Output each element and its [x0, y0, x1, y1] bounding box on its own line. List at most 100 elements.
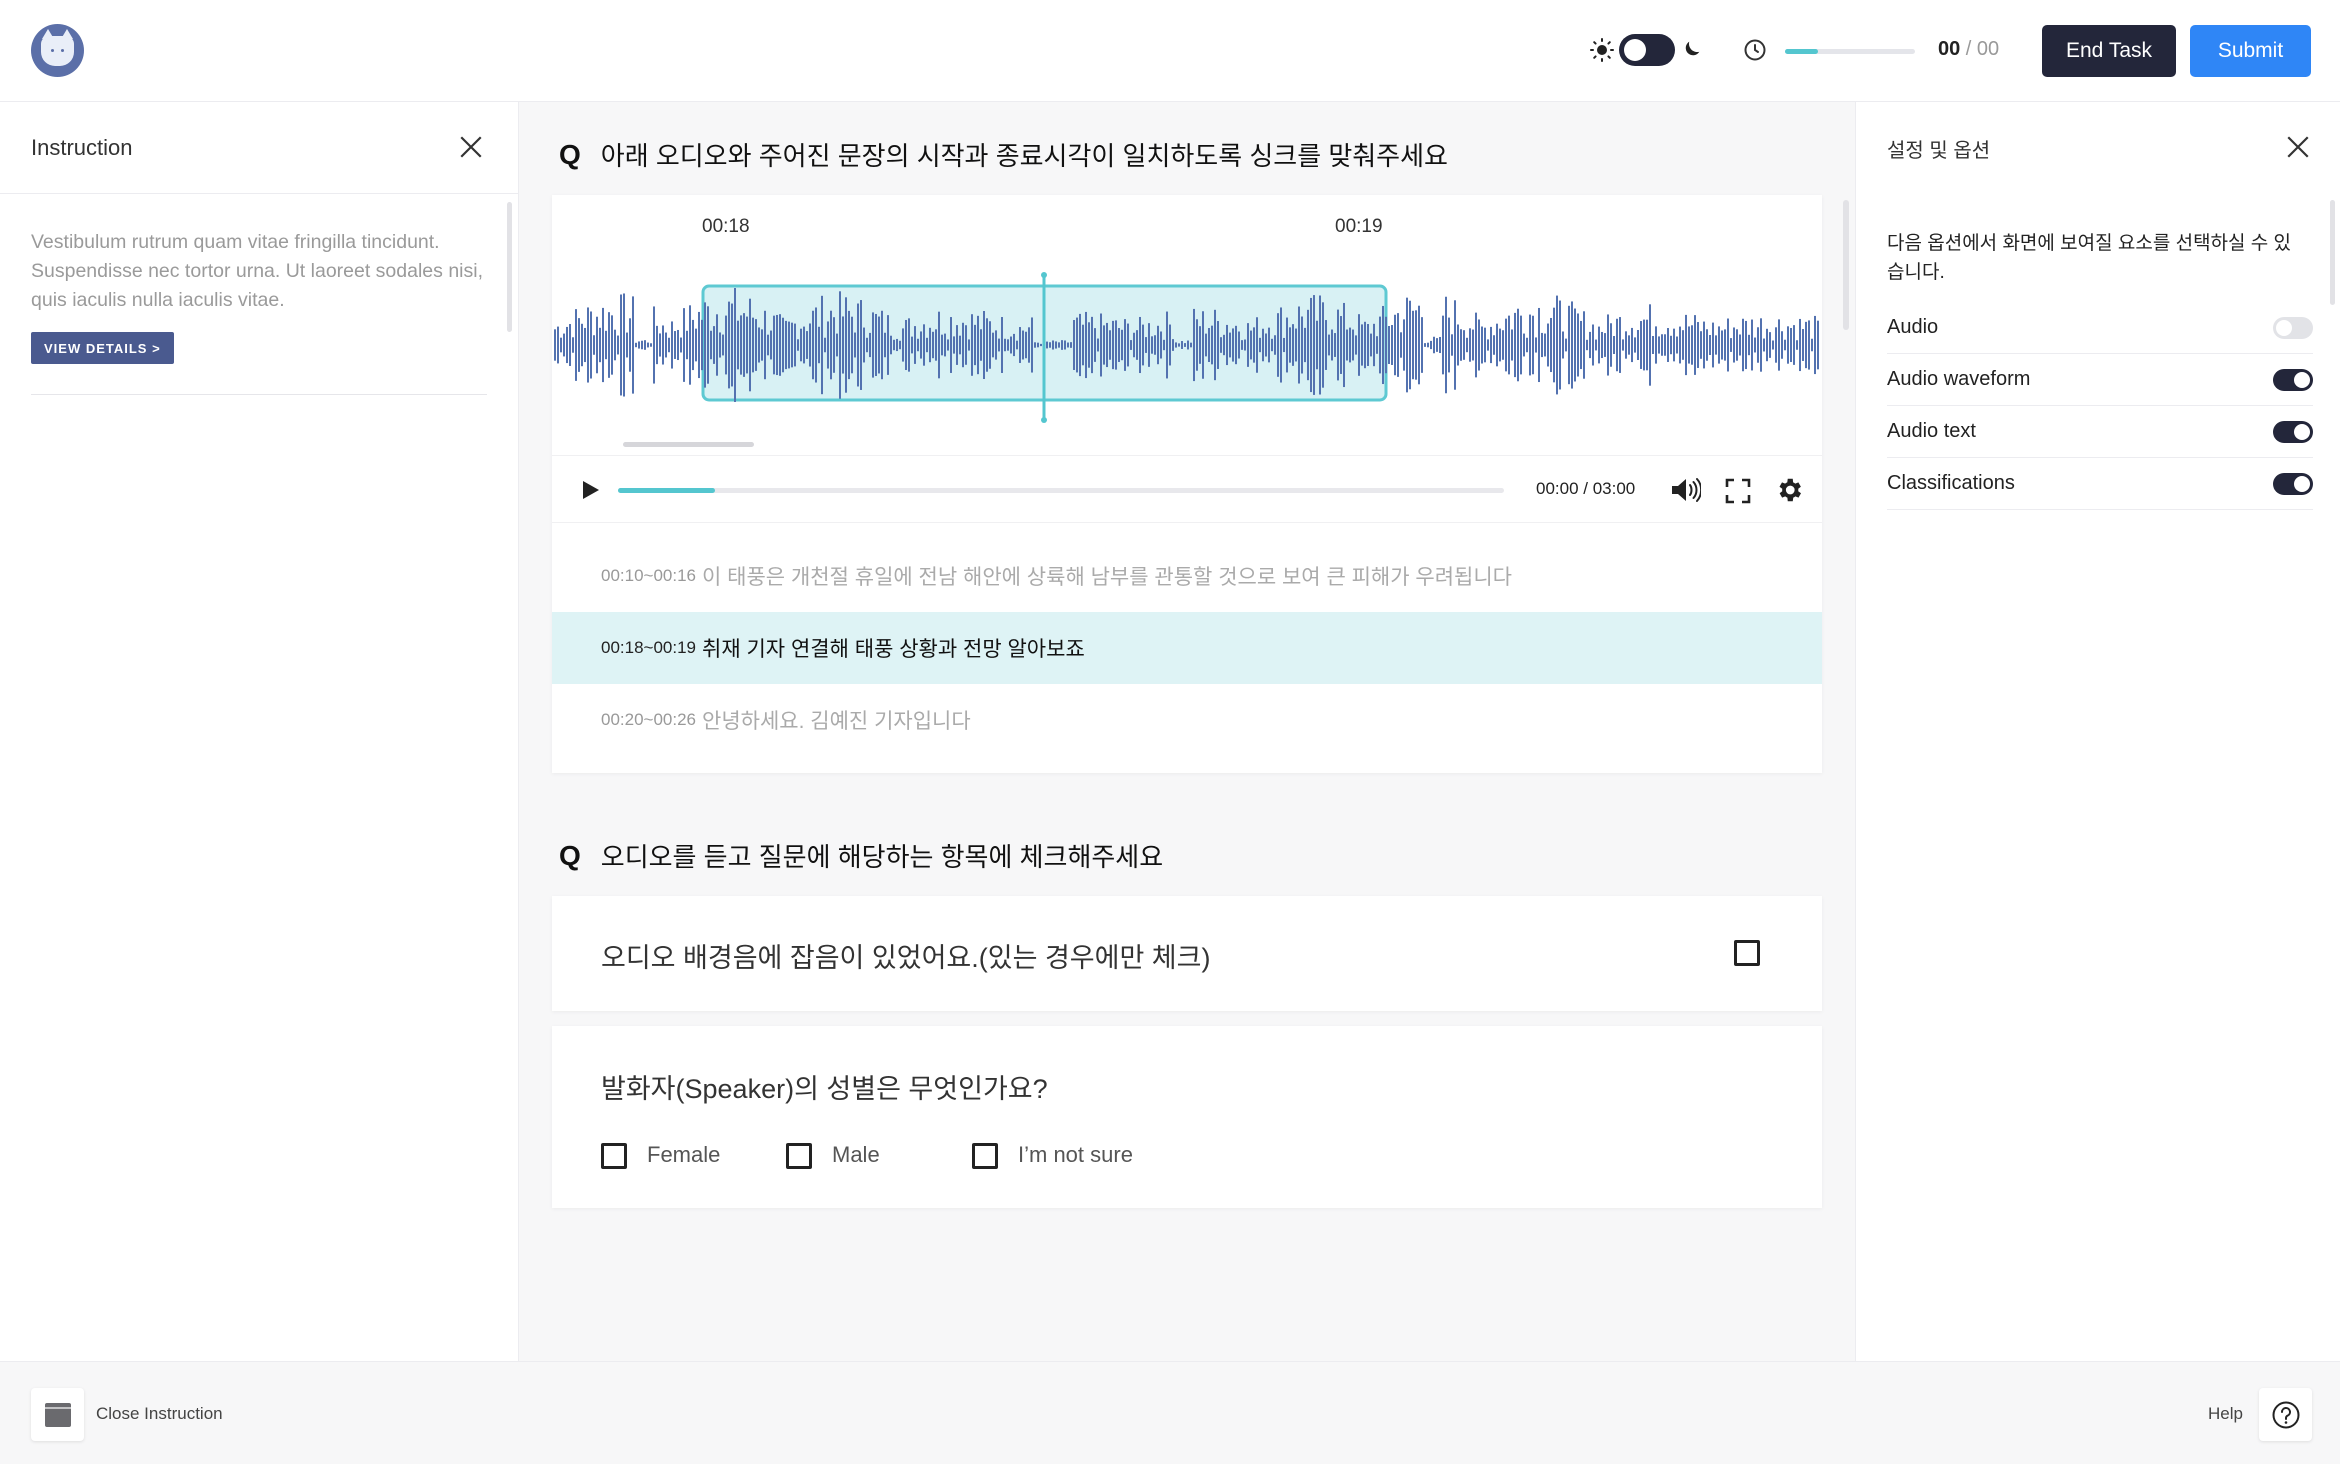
waveform-bar	[1460, 329, 1462, 361]
noise-checkbox[interactable]	[1734, 940, 1760, 966]
waveform-bar	[1430, 340, 1432, 350]
fullscreen-icon[interactable]	[1724, 477, 1752, 505]
waveform-bar	[1055, 341, 1057, 349]
scrollbar[interactable]	[1843, 200, 1849, 330]
waveform-bar	[1493, 335, 1495, 355]
waveform-bar	[1088, 322, 1090, 368]
audio-text-toggle[interactable]	[2273, 420, 2313, 443]
option-label: Audio waveform	[1887, 368, 2031, 390]
waveform-bar	[1571, 301, 1573, 389]
help-label[interactable]: Help	[2208, 1404, 2243, 1424]
option-label: Audio	[1887, 316, 1939, 338]
horizontal-scrollbar[interactable]	[623, 442, 754, 447]
waveform-bar	[1292, 324, 1294, 366]
waveform-bar	[1148, 323, 1150, 367]
playback-progress[interactable]	[618, 488, 1504, 493]
waveform-bar	[929, 327, 931, 363]
waveform-bar	[1175, 342, 1177, 348]
transcript-segment[interactable]: 00:20~00:26 안녕하세요. 김예진 기자입니다	[552, 684, 1822, 756]
transcript-segment-active[interactable]: 00:18~00:19 취재 기자 연결해 태풍 상황과 전망 알아보죠	[552, 612, 1822, 684]
waveform-bar	[698, 311, 700, 379]
female-checkbox[interactable]	[601, 1143, 627, 1169]
waveform-bar	[833, 317, 835, 373]
waveform-bar	[608, 312, 610, 378]
waveform-bar	[1268, 327, 1270, 363]
waveform-bar	[1643, 319, 1645, 371]
scrollbar[interactable]	[2330, 200, 2335, 305]
waveform-bar	[1316, 320, 1318, 370]
close-instruction-label[interactable]: Close Instruction	[96, 1404, 223, 1424]
waveform-bar	[914, 326, 916, 364]
waveform-bar	[782, 317, 784, 373]
waveform-bar	[1070, 342, 1072, 348]
theme-toggle[interactable]	[1619, 34, 1675, 66]
audio-toggle[interactable]	[2273, 316, 2313, 339]
waveform-bar	[1214, 309, 1216, 381]
waveform-bar	[1142, 324, 1144, 366]
waveform-bar	[1574, 308, 1576, 382]
waveform-bar	[1739, 334, 1741, 356]
waveform-bar	[1451, 334, 1453, 356]
waveform-bar	[1616, 318, 1618, 372]
waveform-bar	[926, 337, 928, 353]
help-icon[interactable]	[2259, 1388, 2312, 1441]
waveform-bar	[1007, 339, 1009, 351]
waveform-bar	[1421, 317, 1423, 373]
waveform-bar	[875, 313, 877, 377]
view-details-button[interactable]: VIEW DETAILS >	[31, 332, 174, 364]
audio-waveform[interactable]	[552, 255, 1822, 435]
waveform-bar	[1355, 335, 1357, 355]
waveform-bar	[989, 321, 991, 369]
play-icon[interactable]	[578, 478, 602, 502]
waveform-bar	[1073, 320, 1075, 370]
waveform-bar	[1601, 331, 1603, 359]
waveform-bar	[1625, 331, 1627, 359]
waveform-bar	[1610, 323, 1612, 367]
waveform-bar	[683, 308, 685, 382]
waveform-bar	[1640, 321, 1642, 369]
waveform-bar	[1544, 333, 1546, 357]
waveform-bar	[1352, 329, 1354, 361]
task-counter: 00 / 00	[1938, 38, 2000, 60]
waveform-bar	[977, 315, 979, 375]
waveform-bar	[1769, 332, 1771, 358]
waveform-bar	[626, 332, 628, 358]
waveform-bar	[563, 333, 565, 357]
settings-gear-icon[interactable]	[1774, 475, 1804, 505]
waveform-bar	[770, 330, 772, 360]
waveform-bar	[986, 318, 988, 372]
audio-waveform-toggle[interactable]	[2273, 368, 2313, 391]
waveform-bar	[941, 334, 943, 356]
male-checkbox[interactable]	[786, 1143, 812, 1169]
waveform-bar	[1154, 335, 1156, 355]
question-1-title: Q 아래 오디오와 주어진 문장의 시작과 종료시각이 일치하도록 싱크를 맞춰주…	[559, 138, 1448, 172]
waveform-bar	[581, 323, 583, 367]
waveform-bar	[1808, 320, 1810, 370]
book-icon[interactable]	[31, 1388, 84, 1441]
waveform-bar	[1199, 326, 1201, 364]
classifications-toggle[interactable]	[2273, 472, 2313, 495]
waveform-bar	[605, 330, 607, 360]
waveform-bar	[722, 334, 724, 356]
waveform-bar	[1064, 340, 1066, 350]
waveform-bar	[947, 339, 949, 351]
waveform-bar	[1664, 334, 1666, 356]
waveform-bar	[1793, 325, 1795, 365]
waveform-bar	[587, 307, 589, 383]
scrollbar[interactable]	[507, 202, 512, 332]
close-icon[interactable]	[2285, 134, 2311, 160]
app-logo-icon[interactable]	[31, 24, 84, 77]
submit-button[interactable]: Submit	[2190, 25, 2311, 77]
not-sure-checkbox[interactable]	[972, 1143, 998, 1169]
volume-icon[interactable]	[1669, 475, 1701, 505]
waveform-bar	[1403, 319, 1405, 371]
waveform-bar	[1550, 317, 1552, 373]
waveform-bar	[1097, 338, 1099, 352]
waveform-bar	[902, 328, 904, 362]
end-task-button[interactable]: End Task	[2042, 25, 2176, 77]
close-icon[interactable]	[458, 134, 484, 160]
transcript-segment[interactable]: 00:10~00:16 이 태풍은 개천절 휴일에 전남 해안에 상륙해 남부를…	[552, 540, 1822, 612]
waveform-bar	[908, 318, 910, 372]
waveform-bar	[1202, 311, 1204, 379]
waveform-bar	[1811, 338, 1813, 352]
